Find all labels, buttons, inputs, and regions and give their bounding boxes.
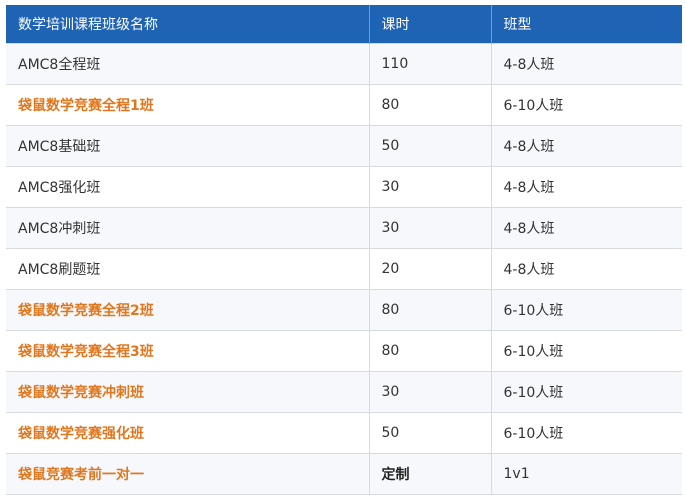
course-name-cell: 袋鼠数学竞赛全程3班 — [6, 330, 370, 372]
header-class-type: 班型 — [491, 5, 682, 44]
class-type-cell: 4-8人班 — [491, 43, 682, 85]
hours-cell: 80 — [369, 289, 492, 331]
hours-cell: 80 — [369, 84, 492, 126]
table-row: 袋鼠数学竞赛全程3班 80 6-10人班 — [6, 330, 682, 372]
hours-cell: 30 — [369, 207, 492, 249]
class-type-cell: 6-10人班 — [491, 84, 682, 126]
hours-cell: 50 — [369, 125, 492, 167]
course-name-cell: AMC8基础班 — [6, 125, 370, 167]
table-row: 袋鼠数学竞赛冲刺班 30 6-10人班 — [6, 371, 682, 413]
course-name-cell: AMC8全程班 — [6, 43, 370, 85]
hours-cell: 定制 — [369, 453, 492, 495]
table-row: AMC8全程班 110 4-8人班 — [6, 43, 682, 85]
course-name-cell: 袋鼠竞赛考前一对一 — [6, 453, 370, 495]
class-type-cell: 4-8人班 — [491, 207, 682, 249]
header-course-name: 数学培训课程班级名称 — [6, 5, 370, 44]
table-body: AMC8全程班 110 4-8人班 袋鼠数学竞赛全程1班 80 6-10人班 A… — [6, 43, 682, 495]
course-name-cell: 袋鼠数学竞赛全程1班 — [6, 84, 370, 126]
table-header: 数学培训课程班级名称 课时 班型 — [6, 5, 682, 44]
class-type-cell: 4-8人班 — [491, 248, 682, 290]
class-type-cell: 1v1 — [491, 453, 682, 495]
table-row: 袋鼠数学竞赛强化班 50 6-10人班 — [6, 412, 682, 454]
hours-cell: 50 — [369, 412, 492, 454]
course-name-cell: 袋鼠数学竞赛冲刺班 — [6, 371, 370, 413]
table-row: AMC8基础班 50 4-8人班 — [6, 125, 682, 167]
course-name-cell: AMC8强化班 — [6, 166, 370, 208]
class-type-cell: 6-10人班 — [491, 330, 682, 372]
table-row: 袋鼠数学竞赛全程1班 80 6-10人班 — [6, 84, 682, 126]
hours-cell: 20 — [369, 248, 492, 290]
hours-cell: 30 — [369, 371, 492, 413]
hours-cell: 30 — [369, 166, 492, 208]
table-row: 袋鼠数学竞赛全程2班 80 6-10人班 — [6, 289, 682, 331]
course-name-cell: AMC8刷题班 — [6, 248, 370, 290]
course-name-cell: AMC8冲刺班 — [6, 207, 370, 249]
table-row: AMC8刷题班 20 4-8人班 — [6, 248, 682, 290]
course-name-cell: 袋鼠数学竞赛强化班 — [6, 412, 370, 454]
class-type-cell: 6-10人班 — [491, 289, 682, 331]
class-type-cell: 4-8人班 — [491, 125, 682, 167]
table-row: 袋鼠竞赛考前一对一 定制 1v1 — [6, 453, 682, 495]
course-name-cell: 袋鼠数学竞赛全程2班 — [6, 289, 370, 331]
class-type-cell: 6-10人班 — [491, 371, 682, 413]
table-row: AMC8冲刺班 30 4-8人班 — [6, 207, 682, 249]
hours-cell: 110 — [369, 43, 492, 85]
course-table-container: 数学培训课程班级名称 课时 班型 AMC8全程班 110 4-8人班 袋鼠数学竞… — [6, 5, 682, 495]
header-row: 数学培训课程班级名称 课时 班型 — [6, 5, 682, 44]
header-hours: 课时 — [369, 5, 492, 44]
hours-cell: 80 — [369, 330, 492, 372]
class-type-cell: 6-10人班 — [491, 412, 682, 454]
class-type-cell: 4-8人班 — [491, 166, 682, 208]
course-table: 数学培训课程班级名称 课时 班型 AMC8全程班 110 4-8人班 袋鼠数学竞… — [6, 5, 682, 495]
table-row: AMC8强化班 30 4-8人班 — [6, 166, 682, 208]
